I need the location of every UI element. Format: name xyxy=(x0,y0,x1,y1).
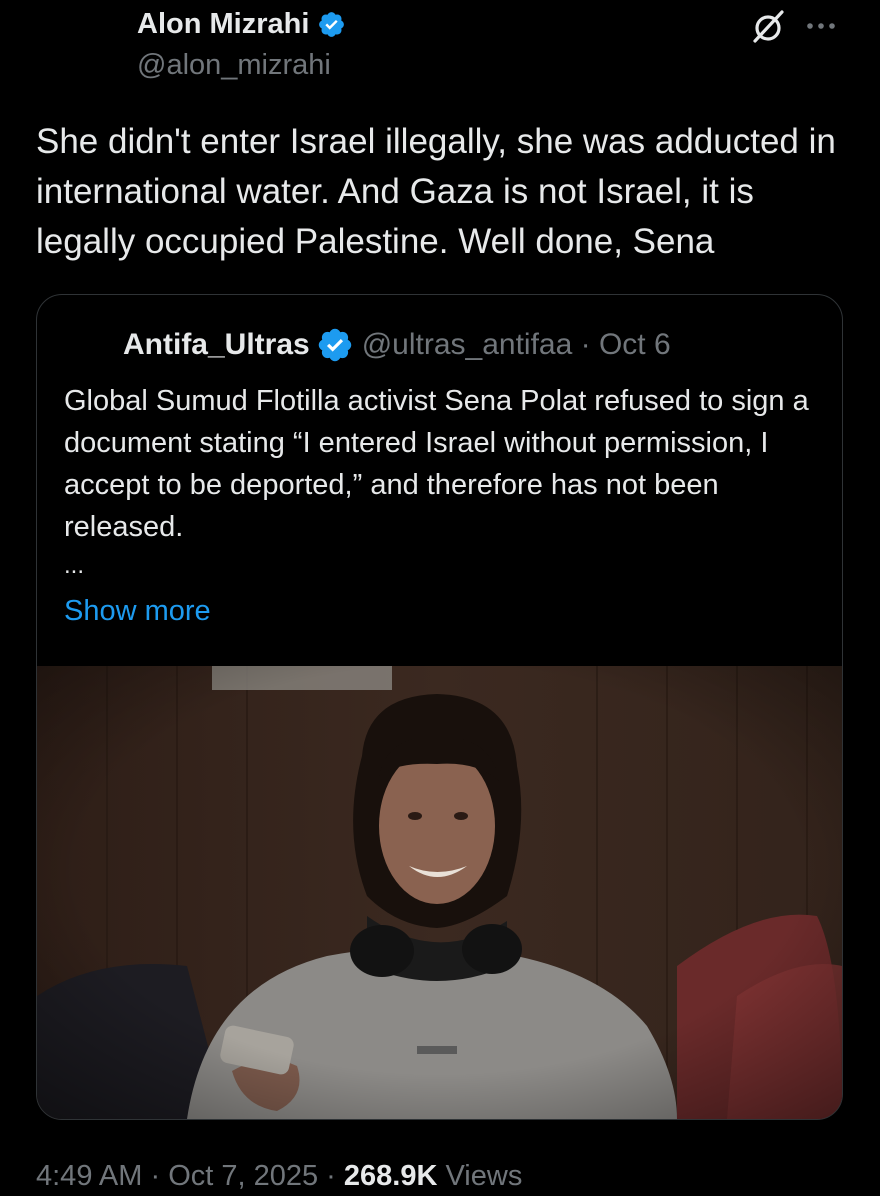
quoted-author-handle: @ultras_antifaa xyxy=(361,328,573,361)
show-more-link[interactable]: Show more xyxy=(64,591,211,631)
author-display-name[interactable]: Alon Mizrahi xyxy=(137,6,309,42)
quoted-tweet-photo[interactable] xyxy=(37,666,842,1119)
tweet-author-row: Alon Mizrahi @alon_mizrahi xyxy=(137,6,880,86)
meta-separator: · xyxy=(142,1160,169,1192)
quoted-tweet-card[interactable]: Antifa_Ultras @ultras_antifaa · Oct 6 Gl… xyxy=(36,294,843,1120)
tweet-time[interactable]: 4:49 AM xyxy=(36,1160,142,1192)
quoted-tweet-ellipsis: ... xyxy=(64,552,85,579)
views-label: Views xyxy=(445,1160,523,1192)
verified-badge-icon xyxy=(318,328,351,362)
tweet-text: She didn't enter Israel illegally, she w… xyxy=(36,122,836,261)
quoted-author-name: Antifa_Ultras xyxy=(123,328,310,361)
tweet-date[interactable]: Oct 7, 2025 xyxy=(168,1160,318,1192)
verified-badge-icon xyxy=(319,11,345,37)
quoted-tweet-text: Global Sumud Flotilla activist Sena Pola… xyxy=(64,385,809,543)
more-options-icon[interactable] xyxy=(803,10,839,40)
views-count: 268.9K xyxy=(343,1160,438,1192)
author-name-row[interactable]: Alon Mizrahi xyxy=(137,6,346,42)
meta-separator: · xyxy=(572,328,599,361)
tweet-footer-meta: 4:49 AM · Oct 7, 2025 · 268.9K Views xyxy=(36,1156,522,1196)
grok-icon[interactable] xyxy=(749,8,787,46)
quoted-tweet-header: Antifa_Ultras @ultras_antifaa · Oct 6 xyxy=(123,325,671,365)
quoted-tweet-date: Oct 6 xyxy=(598,328,671,361)
author-handle[interactable]: @alon_mizrahi xyxy=(137,48,331,82)
meta-separator: · xyxy=(318,1160,344,1192)
